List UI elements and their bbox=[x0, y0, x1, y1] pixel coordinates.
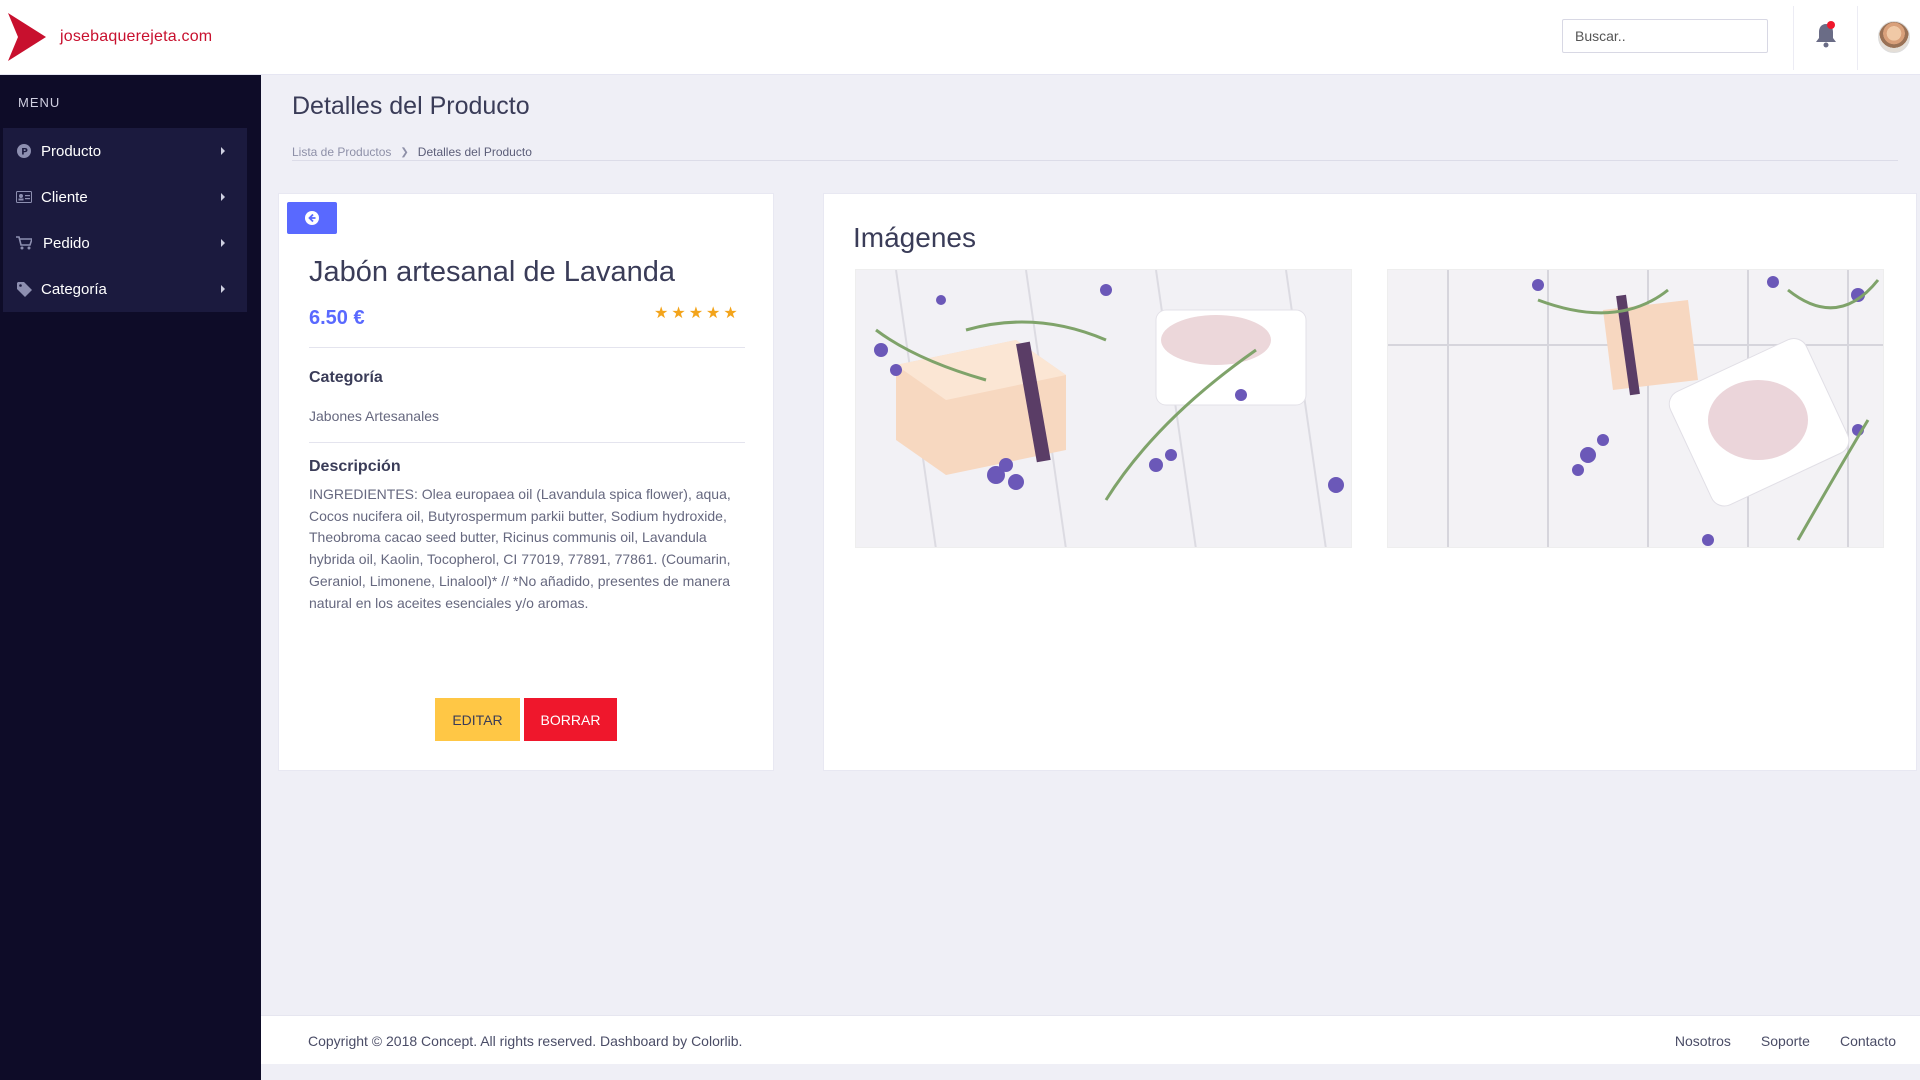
tag-icon bbox=[16, 281, 32, 297]
brand[interactable]: josebaquerejeta.com bbox=[0, 0, 212, 75]
sidebar-item-label: Producto bbox=[41, 142, 102, 160]
product-icon: P bbox=[16, 143, 32, 159]
header-divider bbox=[1857, 6, 1858, 70]
caret-right-icon bbox=[221, 147, 225, 155]
svg-text:P: P bbox=[21, 148, 28, 158]
rating-stars: ★ ★ ★ ★ ★ bbox=[654, 306, 738, 322]
breadcrumb-item[interactable]: Lista de Productos bbox=[292, 145, 391, 159]
delete-button[interactable]: BORRAR bbox=[524, 698, 617, 741]
images-title: Imágenes bbox=[853, 222, 976, 253]
divider bbox=[309, 347, 745, 348]
arrow-left-circle-icon bbox=[305, 211, 319, 225]
divider bbox=[309, 442, 745, 443]
category-value: Jabones Artesanales bbox=[309, 408, 439, 424]
divider bbox=[292, 160, 1898, 161]
id-card-icon bbox=[16, 189, 32, 205]
product-image[interactable] bbox=[855, 269, 1352, 548]
star-icon: ★ bbox=[688, 305, 704, 322]
chevron-right-icon: ❯ bbox=[400, 146, 409, 158]
sidebar-item-pedido[interactable]: Pedido bbox=[3, 220, 247, 266]
footer-links: Nosotros Soporte Contacto bbox=[1645, 1033, 1896, 1049]
product-description: INGREDIENTES: Olea europaea oil (Lavandu… bbox=[309, 486, 731, 611]
category-label: Categoría bbox=[309, 369, 383, 386]
star-icon: ★ bbox=[706, 305, 721, 322]
back-button[interactable] bbox=[287, 202, 337, 234]
page-title: Detalles del Producto bbox=[292, 92, 530, 120]
footer-link-contacto[interactable]: Contacto bbox=[1840, 1033, 1896, 1049]
caret-right-icon bbox=[221, 285, 225, 293]
product-details-card: Jabón artesanal de Lavanda 6.50 € ★ ★ ★ … bbox=[278, 193, 774, 771]
footer-link-nosotros[interactable]: Nosotros bbox=[1675, 1033, 1731, 1049]
footer: Copyright © 2018 Concept. All rights res… bbox=[261, 1015, 1920, 1064]
star-icon: ★ bbox=[671, 305, 686, 322]
cart-icon bbox=[16, 235, 32, 251]
sidebar-item-categoria[interactable]: Categoría bbox=[3, 266, 247, 312]
product-price: 6.50 € bbox=[309, 307, 365, 329]
star-icon: ★ bbox=[654, 305, 669, 322]
product-name: Jabón artesanal de Lavanda bbox=[309, 256, 676, 288]
product-image[interactable] bbox=[1387, 269, 1884, 548]
footer-link-soporte[interactable]: Soporte bbox=[1761, 1033, 1810, 1049]
sidebar-menu: P Producto Cliente Pedido Categoría bbox=[3, 128, 247, 312]
edit-button[interactable]: EDITAR bbox=[435, 698, 520, 741]
menu-title: MENU bbox=[18, 95, 61, 110]
sidebar-item-label: Categoría bbox=[41, 280, 107, 298]
star-icon: ★ bbox=[723, 305, 738, 322]
search-input[interactable] bbox=[1562, 19, 1768, 53]
brand-logo-icon bbox=[8, 13, 46, 61]
sidebar-item-label: Pedido bbox=[43, 234, 90, 252]
avatar[interactable] bbox=[1878, 21, 1910, 53]
brand-name[interactable]: josebaquerejeta.com bbox=[60, 28, 212, 46]
sidebar-item-cliente[interactable]: Cliente bbox=[3, 174, 247, 220]
copyright-text: Copyright © 2018 Concept. All rights res… bbox=[308, 1033, 743, 1049]
sidebar-item-producto[interactable]: P Producto bbox=[3, 128, 247, 174]
notification-dot bbox=[1827, 21, 1835, 29]
caret-right-icon bbox=[221, 193, 225, 201]
description-label: Descripción bbox=[309, 458, 401, 475]
header-divider bbox=[1793, 6, 1794, 70]
sidebar-item-label: Cliente bbox=[41, 188, 88, 206]
sidebar: MENU P Producto Cliente Pedido Categoría bbox=[0, 75, 261, 1080]
caret-right-icon bbox=[221, 239, 225, 247]
breadcrumb: Lista de Productos ❯ Detalles del Produc… bbox=[292, 145, 532, 159]
images-card: Imágenes bbox=[823, 193, 1917, 771]
breadcrumb-current: Detalles del Producto bbox=[417, 145, 532, 159]
